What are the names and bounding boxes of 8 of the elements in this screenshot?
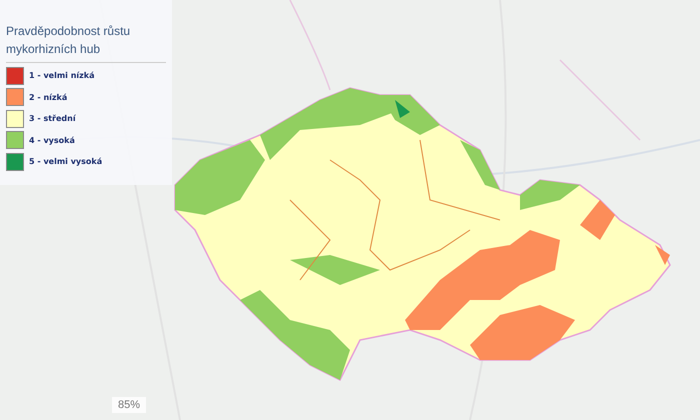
legend-label: 5 - velmi vysoká — [29, 157, 102, 166]
legend-label: 2 - nízká — [29, 92, 68, 102]
legend-label: 4 - vysoká — [29, 136, 75, 145]
map-drawing[interactable] — [0, 0, 700, 420]
legend-title: Pravděpodobnost růstu mykorhizních hub — [6, 23, 132, 58]
legend-label: 3 - střední — [29, 114, 76, 124]
legend-label: 1 - velmi nízká — [29, 71, 95, 80]
opacity-value: 85% — [112, 397, 146, 413]
